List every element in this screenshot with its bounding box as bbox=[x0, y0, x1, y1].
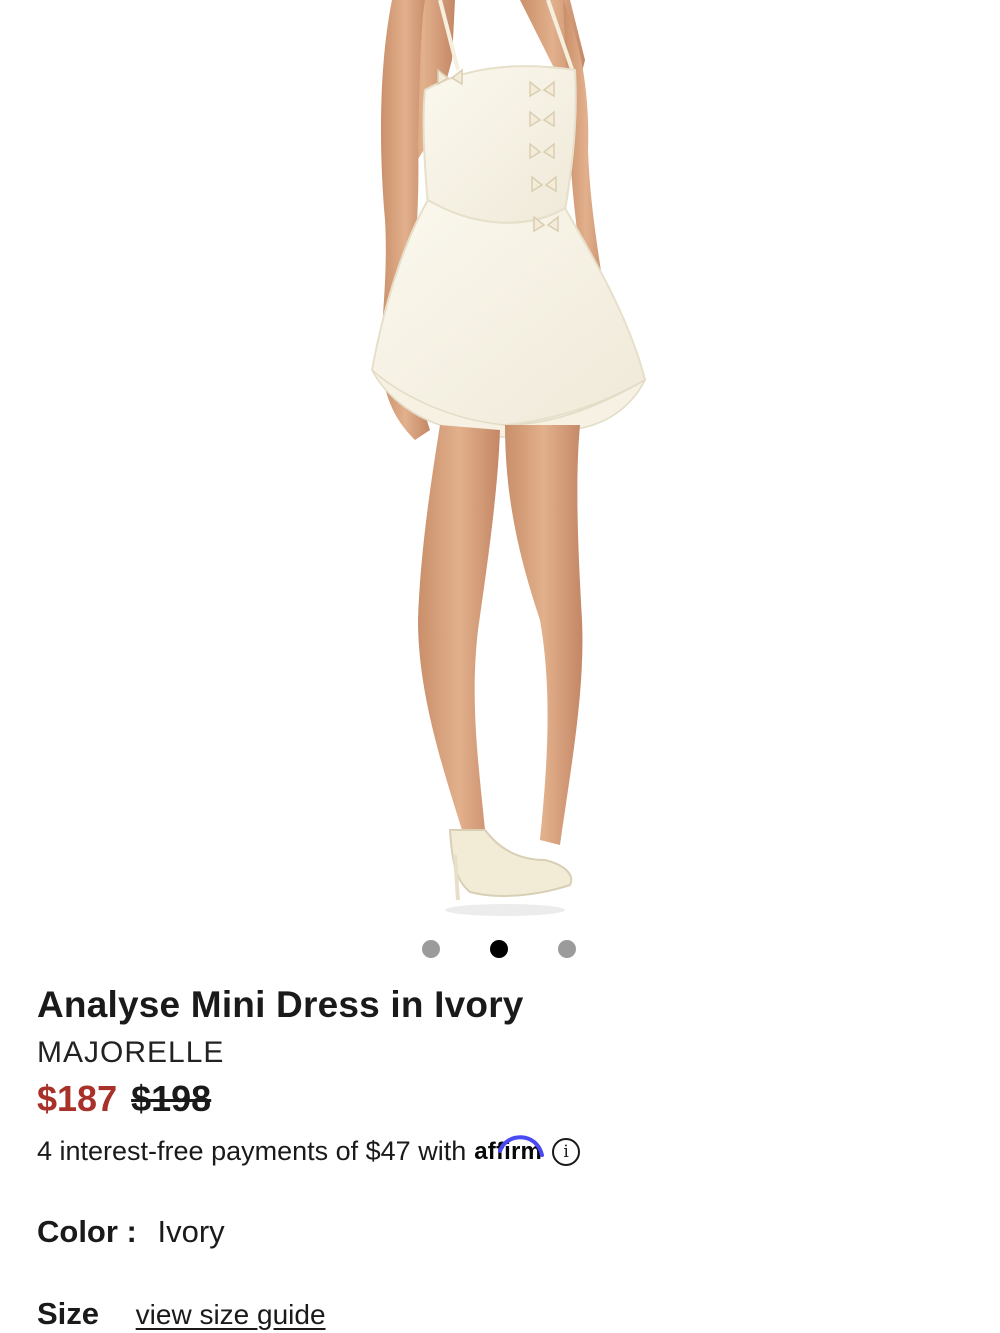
image-carousel-dots bbox=[0, 940, 1000, 958]
product-image[interactable] bbox=[0, 0, 1000, 920]
model-photo bbox=[370, 0, 647, 916]
color-label: Color : bbox=[37, 1214, 137, 1249]
affirm-arc-icon bbox=[498, 1134, 545, 1157]
info-icon[interactable]: i bbox=[552, 1137, 581, 1166]
color-row: Color : Ivory bbox=[37, 1214, 225, 1250]
size-label: Size bbox=[37, 1296, 100, 1331]
product-title: Analyse Mini Dress in Ivory bbox=[37, 984, 524, 1025]
original-price: $198 bbox=[131, 1078, 212, 1119]
affirm-installments: 4 interest-free payments of $47 with aff… bbox=[37, 1134, 581, 1167]
color-value: Ivory bbox=[157, 1214, 225, 1249]
price-row: $187 $198 bbox=[37, 1078, 211, 1120]
installments-text: 4 interest-free payments of $47 with bbox=[37, 1136, 467, 1166]
carousel-dot-1[interactable] bbox=[422, 940, 440, 958]
affirm-logo-icon[interactable]: affirm bbox=[474, 1134, 545, 1166]
size-guide-link[interactable]: view size guide bbox=[136, 1299, 326, 1330]
carousel-dot-2-active[interactable] bbox=[490, 940, 508, 958]
carousel-dot-3[interactable] bbox=[558, 940, 576, 958]
product-brand[interactable]: MAJORELLE bbox=[37, 1036, 224, 1070]
sale-price: $187 bbox=[37, 1078, 118, 1119]
size-row: Size view size guide bbox=[37, 1296, 326, 1332]
